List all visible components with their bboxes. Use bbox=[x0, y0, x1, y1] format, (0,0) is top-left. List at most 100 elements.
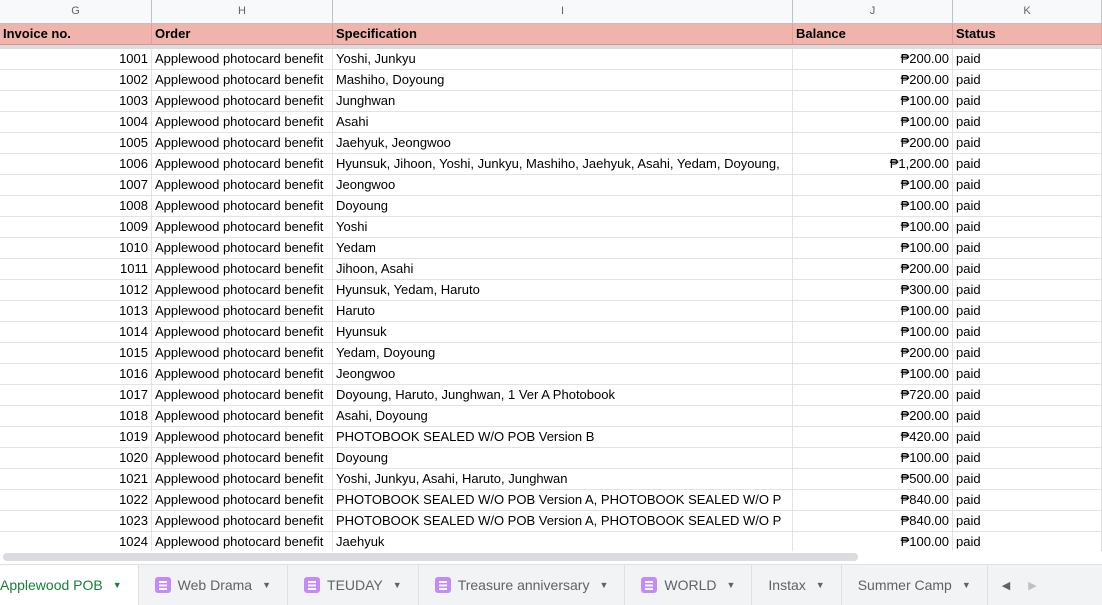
cell-status[interactable]: paid bbox=[953, 70, 1102, 90]
cell-specification[interactable]: Mashiho, Doyoung bbox=[333, 70, 793, 90]
cell-invoice[interactable]: 1004 bbox=[0, 112, 152, 132]
cell-invoice[interactable]: 1006 bbox=[0, 154, 152, 174]
cell-balance[interactable]: ₱100.00 bbox=[793, 322, 953, 342]
sheet-tab[interactable]: Summer Camp ▼ bbox=[842, 565, 988, 605]
cell-order[interactable]: Applewood photocard benefit bbox=[152, 196, 333, 216]
cell-balance[interactable]: ₱100.00 bbox=[793, 532, 953, 552]
cell-balance[interactable]: ₱500.00 bbox=[793, 469, 953, 489]
cell-order[interactable]: Applewood photocard benefit bbox=[152, 490, 333, 510]
cell-invoice[interactable]: 1022 bbox=[0, 490, 152, 510]
sheet-tab[interactable]: TEUDAY ▼ bbox=[288, 565, 419, 605]
cell-balance[interactable]: ₱720.00 bbox=[793, 385, 953, 405]
cell-order[interactable]: Applewood photocard benefit bbox=[152, 511, 333, 531]
cell-invoice[interactable]: 1015 bbox=[0, 343, 152, 363]
cell-status[interactable]: paid bbox=[953, 343, 1102, 363]
cell-invoice[interactable]: 1021 bbox=[0, 469, 152, 489]
cell-status[interactable]: paid bbox=[953, 448, 1102, 468]
cell-order[interactable]: Applewood photocard benefit bbox=[152, 259, 333, 279]
cell-order[interactable]: Applewood photocard benefit bbox=[152, 112, 333, 132]
cell-status[interactable]: paid bbox=[953, 91, 1102, 111]
cell-invoice[interactable]: 1001 bbox=[0, 49, 152, 69]
scroll-left-icon[interactable]: ◀ bbox=[1002, 579, 1010, 592]
cell-invoice[interactable]: 1023 bbox=[0, 511, 152, 531]
cell-invoice[interactable]: 1008 bbox=[0, 196, 152, 216]
cell-status[interactable]: paid bbox=[953, 322, 1102, 342]
cell-specification[interactable]: Asahi bbox=[333, 112, 793, 132]
caret-down-icon[interactable]: ▼ bbox=[727, 580, 736, 590]
cell-specification[interactable]: Jeongwoo bbox=[333, 364, 793, 384]
cell-specification[interactable]: Hyunsuk, Jihoon, Yoshi, Junkyu, Mashiho,… bbox=[333, 154, 793, 174]
sheet-tab[interactable]: Instax ▼ bbox=[752, 565, 842, 605]
cell-status[interactable]: paid bbox=[953, 490, 1102, 510]
cell-order[interactable]: Applewood photocard benefit bbox=[152, 280, 333, 300]
cell-status[interactable]: paid bbox=[953, 385, 1102, 405]
cell-specification[interactable]: Doyoung bbox=[333, 448, 793, 468]
cell-specification[interactable]: Asahi, Doyoung bbox=[333, 406, 793, 426]
cell-balance[interactable]: ₱300.00 bbox=[793, 280, 953, 300]
cell-specification[interactable]: Jaehyuk bbox=[333, 532, 793, 552]
cell-status[interactable]: paid bbox=[953, 364, 1102, 384]
cell-status[interactable]: paid bbox=[953, 532, 1102, 552]
cell-balance[interactable]: ₱100.00 bbox=[793, 91, 953, 111]
sheet-tab[interactable]: Web Drama ▼ bbox=[139, 565, 289, 605]
cell-status[interactable]: paid bbox=[953, 175, 1102, 195]
cell-order[interactable]: Applewood photocard benefit bbox=[152, 301, 333, 321]
cell-status[interactable]: paid bbox=[953, 427, 1102, 447]
cell-specification[interactable]: Jeongwoo bbox=[333, 175, 793, 195]
scrollbar-thumb[interactable] bbox=[3, 553, 858, 561]
header-specification[interactable]: Specification bbox=[333, 24, 793, 44]
cell-invoice[interactable]: 1014 bbox=[0, 322, 152, 342]
caret-down-icon[interactable]: ▼ bbox=[393, 580, 402, 590]
caret-down-icon[interactable]: ▼ bbox=[816, 580, 825, 590]
cell-balance[interactable]: ₱100.00 bbox=[793, 364, 953, 384]
header-balance[interactable]: Balance bbox=[793, 24, 953, 44]
cell-invoice[interactable]: 1007 bbox=[0, 175, 152, 195]
cell-invoice[interactable]: 1010 bbox=[0, 238, 152, 258]
header-order[interactable]: Order bbox=[152, 24, 333, 44]
cell-invoice[interactable]: 1011 bbox=[0, 259, 152, 279]
cell-order[interactable]: Applewood photocard benefit bbox=[152, 406, 333, 426]
cell-order[interactable]: Applewood photocard benefit bbox=[152, 364, 333, 384]
cell-order[interactable]: Applewood photocard benefit bbox=[152, 532, 333, 552]
cell-specification[interactable]: Yedam, Doyoung bbox=[333, 343, 793, 363]
cell-invoice[interactable]: 1018 bbox=[0, 406, 152, 426]
cell-invoice[interactable]: 1012 bbox=[0, 280, 152, 300]
cell-status[interactable]: paid bbox=[953, 133, 1102, 153]
cell-status[interactable]: paid bbox=[953, 511, 1102, 531]
cell-balance[interactable]: ₱100.00 bbox=[793, 175, 953, 195]
cell-balance[interactable]: ₱200.00 bbox=[793, 70, 953, 90]
cell-specification[interactable]: Doyoung bbox=[333, 196, 793, 216]
column-header-g[interactable]: G bbox=[0, 0, 152, 23]
cell-order[interactable]: Applewood photocard benefit bbox=[152, 427, 333, 447]
cell-balance[interactable]: ₱200.00 bbox=[793, 133, 953, 153]
cell-specification[interactable]: Yoshi, Junkyu bbox=[333, 49, 793, 69]
cell-order[interactable]: Applewood photocard benefit bbox=[152, 238, 333, 258]
header-status[interactable]: Status bbox=[953, 24, 1102, 44]
cell-balance[interactable]: ₱100.00 bbox=[793, 301, 953, 321]
cell-invoice[interactable]: 1013 bbox=[0, 301, 152, 321]
horizontal-scrollbar[interactable] bbox=[0, 551, 1102, 563]
cell-invoice[interactable]: 1019 bbox=[0, 427, 152, 447]
cell-invoice[interactable]: 1002 bbox=[0, 70, 152, 90]
column-header-j[interactable]: J bbox=[793, 0, 953, 23]
cell-order[interactable]: Applewood photocard benefit bbox=[152, 343, 333, 363]
cell-balance[interactable]: ₱840.00 bbox=[793, 511, 953, 531]
cell-specification[interactable]: Yoshi bbox=[333, 217, 793, 237]
cell-status[interactable]: paid bbox=[953, 259, 1102, 279]
caret-down-icon[interactable]: ▼ bbox=[599, 580, 608, 590]
caret-down-icon[interactable]: ▼ bbox=[262, 580, 271, 590]
cell-specification[interactable]: Haruto bbox=[333, 301, 793, 321]
cell-specification[interactable]: Hyunsuk bbox=[333, 322, 793, 342]
cell-specification[interactable]: Jihoon, Asahi bbox=[333, 259, 793, 279]
cell-specification[interactable]: Jaehyuk, Jeongwoo bbox=[333, 133, 793, 153]
cell-invoice[interactable]: 1009 bbox=[0, 217, 152, 237]
cell-specification[interactable]: PHOTOBOOK SEALED W/O POB Version B bbox=[333, 427, 793, 447]
cell-balance[interactable]: ₱100.00 bbox=[793, 448, 953, 468]
cell-invoice[interactable]: 1016 bbox=[0, 364, 152, 384]
cell-balance[interactable]: ₱100.00 bbox=[793, 217, 953, 237]
cell-specification[interactable]: Doyoung, Haruto, Junghwan, 1 Ver A Photo… bbox=[333, 385, 793, 405]
cell-status[interactable]: paid bbox=[953, 469, 1102, 489]
cell-status[interactable]: paid bbox=[953, 280, 1102, 300]
cell-balance[interactable]: ₱100.00 bbox=[793, 238, 953, 258]
cell-status[interactable]: paid bbox=[953, 238, 1102, 258]
